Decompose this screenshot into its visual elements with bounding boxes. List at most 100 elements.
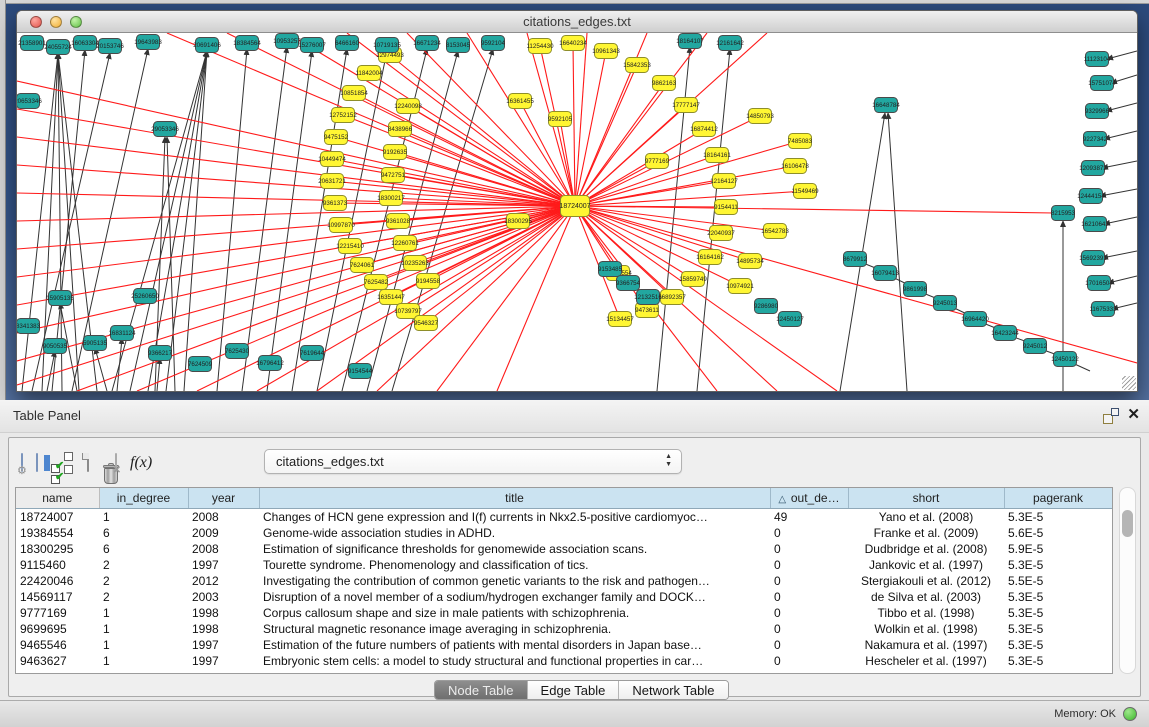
graph-node-selected[interactable]: 9546327 (414, 316, 439, 331)
graph-node[interactable]: 9366217 (148, 346, 173, 361)
graph-node[interactable]: 9227342 (1083, 132, 1108, 147)
column-header-out_de[interactable]: △ out_de… (770, 488, 848, 508)
table-row[interactable]: 946362711997Embryonic stem cells: a mode… (16, 653, 1112, 669)
table-row[interactable]: 1872400712008Changes of HCN gene express… (16, 508, 1112, 525)
graph-selected-edge[interactable] (428, 206, 575, 281)
delete-table-button[interactable]: ✕ (115, 454, 117, 472)
graph-node-selected[interactable]: 16874412 (690, 122, 718, 137)
graph-node-selected[interactable]: 17777147 (672, 98, 700, 113)
table-row[interactable]: 977716911998Corpus callosum shape and si… (16, 605, 1112, 621)
graph-edge[interactable] (1102, 161, 1137, 168)
graph-edge[interactable] (242, 47, 287, 391)
graph-selected-edge[interactable] (575, 33, 587, 206)
graph-selected-edge[interactable] (575, 83, 664, 206)
graph-selected-edge[interactable] (17, 206, 575, 385)
graph-node-selected[interactable]: 7485083 (788, 134, 813, 149)
table-selector-dropdown[interactable]: citations_edges.txt ▲▼ (264, 449, 682, 474)
graph-node[interactable]: 8341383 (17, 319, 41, 334)
graph-node-selected[interactable]: 9361028 (386, 214, 411, 229)
graph-node-selected[interactable]: 12752152 (329, 108, 357, 123)
graph-node[interactable]: 7624509 (188, 357, 213, 372)
graph-edge[interactable] (1100, 189, 1137, 196)
graph-node-selected[interactable]: 11549469 (791, 184, 819, 199)
close-window-icon[interactable] (30, 16, 42, 28)
graph-node[interactable]: 9366754 (616, 276, 641, 291)
graph-node-selected[interactable]: 11842004 (355, 66, 383, 81)
graph-node[interactable]: 9154544 (348, 364, 373, 379)
graph-node-selected[interactable]: 9154411 (714, 200, 738, 215)
tab-edge-table[interactable]: Edge Table (527, 681, 619, 699)
graph-edge[interactable] (157, 358, 160, 391)
table-row[interactable]: 1456911722003Disruption of a novel membe… (16, 589, 1112, 605)
graph-node[interactable]: 9592104 (481, 36, 506, 51)
table-row[interactable]: 969969511998Structural magnetic resonanc… (16, 621, 1112, 637)
column-header-title[interactable]: title (259, 488, 770, 508)
tab-node-table[interactable]: Node Table (435, 681, 527, 699)
graph-node-selected[interactable]: 16640234 (559, 36, 587, 51)
graph-node-selected[interactable]: 9862163 (652, 76, 677, 91)
graph-node-selected[interactable]: 14895734 (736, 254, 764, 269)
graph-node[interactable]: 19643983 (134, 35, 162, 50)
graph-node[interactable]: 11675333 (1089, 302, 1117, 317)
graph-node-selected[interactable]: 16542783 (761, 224, 789, 239)
graph-node-selected[interactable]: 16351447 (377, 290, 405, 305)
graph-node[interactable]: 16671234 (413, 36, 441, 51)
graph-node-selected[interactable]: 10235263 (401, 256, 429, 271)
graph-node[interactable]: 20691406 (193, 38, 221, 53)
graph-node[interactable]: 9245013 (933, 296, 958, 311)
column-header-pagerank[interactable]: pagerank (1004, 488, 1112, 508)
graph-node-selected[interactable]: 9472751 (381, 168, 406, 183)
graph-node-selected[interactable]: 16106478 (781, 159, 809, 174)
graph-node[interactable]: 10719135 (373, 38, 401, 53)
graph-node-selected[interactable]: 10449474 (318, 152, 346, 167)
graph-node-selected[interactable]: 18300217 (377, 191, 405, 206)
column-header-year[interactable]: year (188, 488, 259, 508)
graph-node-selected[interactable]: 12215410 (336, 239, 364, 254)
show-column-button[interactable] (36, 454, 38, 472)
citation-network-graph[interactable]: 1297449311842004108518541275215294751521… (17, 33, 1137, 391)
graph-edge[interactable] (1102, 251, 1137, 258)
graph-selected-edge[interactable] (17, 81, 575, 206)
graph-edge[interactable] (166, 51, 207, 391)
table-options-button[interactable]: ⚙ (21, 454, 23, 472)
float-panel-icon[interactable] (1103, 408, 1119, 424)
graph-node-selected[interactable]: 8438966 (388, 122, 413, 137)
create-column-button[interactable] (87, 454, 89, 472)
graph-node[interactable]: 9861998 (903, 282, 928, 297)
graph-node-selected[interactable]: 22040937 (707, 226, 735, 241)
graph-node[interactable]: 15751074 (1088, 76, 1116, 91)
graph-node-selected[interactable]: 7624061 (350, 258, 375, 273)
graph-node-selected[interactable]: 16892357 (658, 290, 686, 305)
column-header-name[interactable]: name (16, 488, 99, 508)
graph-edge[interactable] (217, 49, 247, 391)
column-header-in_degree[interactable]: in_degree (99, 488, 188, 508)
graph-node[interactable]: 21358901 (18, 36, 46, 51)
graph-node[interactable]: 5905135 (83, 336, 108, 351)
graph-node[interactable]: 12450127 (776, 312, 804, 327)
function-builder-button[interactable]: f(x) (130, 454, 152, 472)
graph-node-selected[interactable]: 20631721 (318, 174, 346, 189)
graph-node[interactable]: 9286980 (754, 299, 779, 314)
graph-node[interactable]: 16063304 (71, 36, 99, 51)
graph-node[interactable]: 6466160 (335, 36, 360, 51)
graph-node-selected[interactable]: 12164127 (710, 174, 738, 189)
graph-selected-edge[interactable] (400, 129, 575, 206)
graph-node[interactable]: 18384564 (233, 36, 261, 51)
graph-node[interactable]: 25260650 (131, 289, 159, 304)
graph-node[interactable]: 9329966 (1085, 104, 1110, 119)
graph-node-selected[interactable]: 15842353 (623, 58, 651, 73)
graph-node-selected[interactable]: 12260761 (391, 236, 419, 251)
graph-edge[interactable] (888, 113, 907, 391)
graph-selected-edge[interactable] (415, 206, 575, 263)
graph-node-selected[interactable]: 12240098 (394, 99, 422, 114)
table-scrollbar-thumb[interactable] (1122, 510, 1133, 537)
table-scrollbar[interactable] (1119, 487, 1136, 674)
minimize-window-icon[interactable] (50, 16, 62, 28)
graph-node[interactable]: 15905135 (46, 291, 74, 306)
graph-node[interactable]: 15276007 (298, 38, 326, 53)
graph-node-selected[interactable]: 9361373 (323, 196, 348, 211)
graph-edge[interactable] (1104, 217, 1137, 224)
graph-node-selected[interactable]: 9777169 (645, 154, 670, 169)
graph-node-selected[interactable]: 9192635 (383, 145, 408, 160)
graph-selected-edge[interactable] (575, 206, 1054, 213)
